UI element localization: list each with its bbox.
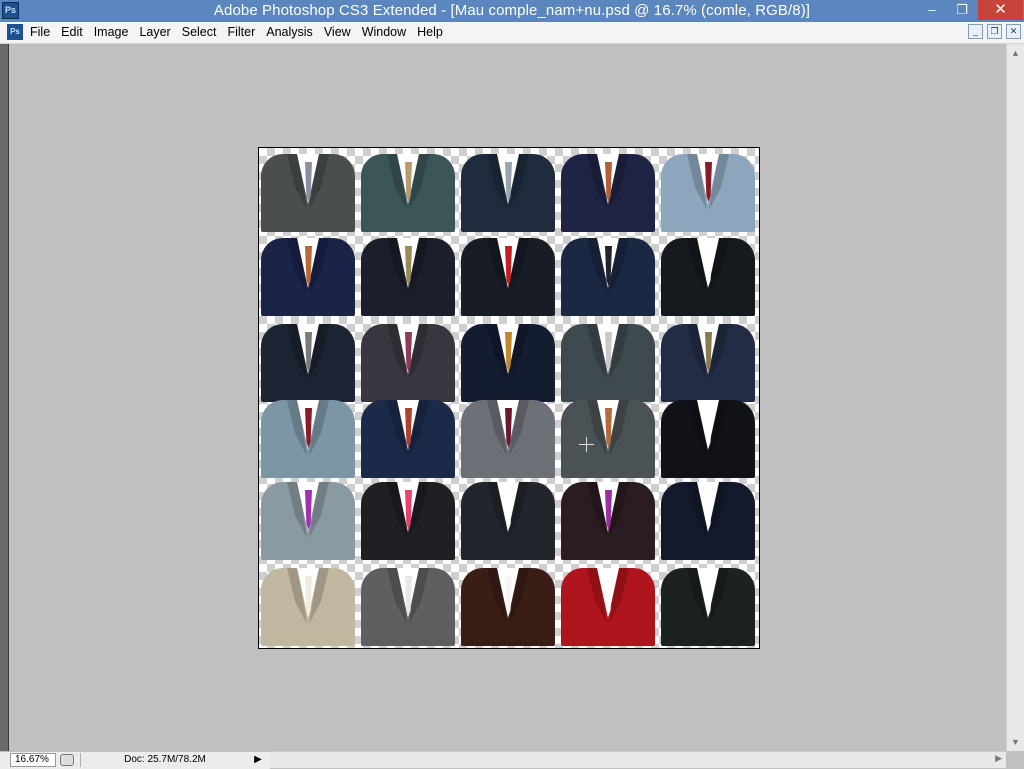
suit-template-image [559,394,657,478]
window-title: Adobe Photoshop CS3 Extended - [Mau comp… [213,2,811,19]
suit-template-image [359,232,457,316]
left-panel-edge [0,44,9,751]
close-button[interactable]: ✕ [978,0,1023,20]
document-minimize-button[interactable]: _ [968,24,983,39]
status-info-icon[interactable] [60,754,74,766]
document-close-button[interactable]: ✕ [1006,24,1021,39]
menu-view[interactable]: View [324,22,359,43]
menu-file[interactable]: File [30,22,58,43]
status-bar: 16.67% Doc: 25.7M/78.2M ▶ [0,751,270,769]
suit-template-image [359,562,457,646]
suit-template-image [359,318,457,402]
menu-image[interactable]: Image [94,22,137,43]
suit-template-image [259,318,357,402]
suit-template-image [559,232,657,316]
menu-layer[interactable]: Layer [139,22,178,43]
menu-edit[interactable]: Edit [61,22,91,43]
status-menu-arrow-icon[interactable]: ▶ [252,753,264,767]
maximize-button[interactable]: ❐ [948,0,976,20]
menu-select[interactable]: Select [182,22,225,43]
suit-template-image [259,394,357,478]
title-bar: Ps Adobe Photoshop CS3 Extended - [Mau c… [0,0,1024,22]
suit-template-image [559,148,657,232]
suit-template-image [559,562,657,646]
suit-template-image [259,476,357,560]
menu-items: File Edit Image Layer Select Filter Anal… [30,22,454,43]
suit-template-image [459,232,557,316]
suit-template-image [459,562,557,646]
suit-template-image [659,562,757,646]
crosshair-cursor-icon [579,437,594,452]
suit-template-image [459,148,557,232]
suit-template-image [359,394,457,478]
suit-template-image [659,148,757,232]
suit-template-image [459,476,557,560]
suit-template-image [659,394,757,478]
suit-template-image [259,232,357,316]
suit-template-image [359,148,457,232]
scroll-down-icon[interactable]: ▼ [1011,737,1021,747]
document-icon[interactable]: Ps [7,24,23,40]
minimize-button[interactable]: – [918,0,946,20]
menu-filter[interactable]: Filter [227,22,263,43]
suit-template-image [459,394,557,478]
menu-bar: Ps File Edit Image Layer Select Filter A… [0,22,1024,44]
suit-template-image [259,562,357,646]
zoom-level-field[interactable]: 16.67% [10,753,56,767]
scroll-right-icon[interactable]: ▶ [995,753,1002,764]
document-size-info: Doc: 25.7M/78.2M [80,753,249,767]
suit-template-image [659,232,757,316]
document-canvas[interactable] [258,147,760,649]
suit-template-image [559,318,657,402]
horizontal-scrollbar[interactable]: ▶ [270,751,1006,768]
document-restore-button[interactable]: ❐ [987,24,1002,39]
suit-template-image [259,148,357,232]
vertical-scrollbar[interactable]: ▲ ▼ [1006,44,1024,751]
suit-template-image [659,318,757,402]
menu-window[interactable]: Window [362,22,414,43]
menu-help[interactable]: Help [417,22,451,43]
suit-template-image [359,476,457,560]
menu-analysis[interactable]: Analysis [266,22,321,43]
suit-template-image [459,318,557,402]
scroll-up-icon[interactable]: ▲ [1011,48,1021,58]
suit-template-image [559,476,657,560]
suit-template-image [659,476,757,560]
